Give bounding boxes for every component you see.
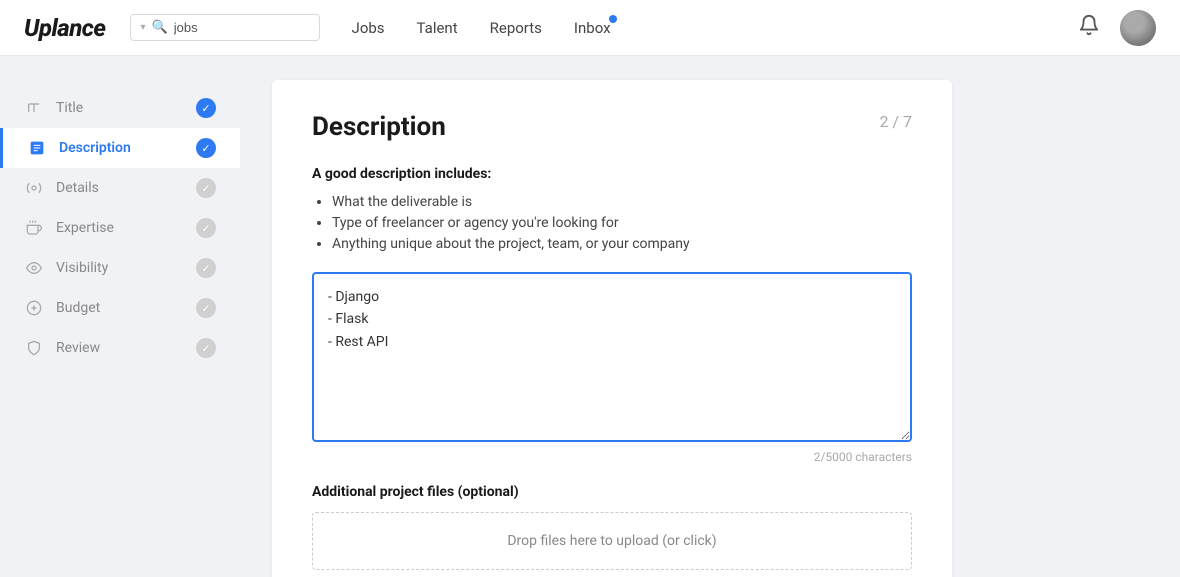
- sidebar-item-expertise[interactable]: Expertise ✓: [0, 208, 240, 248]
- logo: Uplance: [24, 14, 106, 42]
- dropzone-text: Drop files here to upload (or click): [507, 533, 716, 549]
- review-icon: [24, 338, 44, 358]
- hint-item-1: Type of freelancer or agency you're look…: [332, 215, 912, 231]
- hint-item-0: What the deliverable is: [332, 194, 912, 210]
- nav-reports[interactable]: Reports: [490, 19, 542, 37]
- details-icon: [24, 178, 44, 198]
- search-wrapper[interactable]: ▾ 🔍: [130, 14, 320, 41]
- search-input[interactable]: [174, 20, 294, 35]
- nav-talent[interactable]: Talent: [417, 19, 458, 37]
- hint-list: What the deliverable is Type of freelanc…: [312, 194, 912, 252]
- description-check-icon: ✓: [196, 138, 216, 158]
- description-textarea[interactable]: - Django - Flask - Rest API: [312, 272, 912, 442]
- sidebar-label-review: Review: [56, 340, 196, 356]
- sidebar-label-expertise: Expertise: [56, 220, 196, 236]
- title-icon: [24, 98, 44, 118]
- sidebar-item-details[interactable]: Details ✓: [0, 168, 240, 208]
- avatar[interactable]: [1120, 10, 1156, 46]
- nav-inbox[interactable]: Inbox: [574, 19, 611, 37]
- search-icon: 🔍: [152, 20, 168, 35]
- budget-icon: [24, 298, 44, 318]
- sidebar-label-description: Description: [59, 140, 196, 156]
- card-title: Description: [312, 112, 446, 142]
- expertise-check-icon: ✓: [196, 218, 216, 238]
- dropzone[interactable]: Drop files here to upload (or click): [312, 512, 912, 570]
- sidebar-item-visibility[interactable]: Visibility ✓: [0, 248, 240, 288]
- budget-check-icon: ✓: [196, 298, 216, 318]
- visibility-check-icon: ✓: [196, 258, 216, 278]
- header-right: [1078, 10, 1156, 46]
- description-hint: A good description includes:: [312, 166, 912, 182]
- sidebar: Title ✓ Description ✓ Details ✓ Expertis…: [0, 56, 240, 577]
- review-check-icon: ✓: [196, 338, 216, 358]
- avatar-image: [1120, 10, 1156, 46]
- sidebar-label-details: Details: [56, 180, 196, 196]
- content-card: Description 2 / 7 A good description inc…: [272, 80, 952, 577]
- inbox-notification-dot: [609, 15, 617, 23]
- sidebar-label-visibility: Visibility: [56, 260, 196, 276]
- additional-files-label: Additional project files (optional): [312, 484, 912, 500]
- hint-item-2: Anything unique about the project, team,…: [332, 236, 912, 252]
- nav-links: Jobs Talent Reports Inbox: [352, 18, 1078, 37]
- content-area: Description 2 / 7 A good description inc…: [240, 56, 1180, 577]
- notification-bell-icon[interactable]: [1078, 14, 1100, 41]
- char-count: 2/5000 characters: [312, 450, 912, 464]
- details-check-icon: ✓: [196, 178, 216, 198]
- sidebar-item-budget[interactable]: Budget ✓: [0, 288, 240, 328]
- search-chevron-icon: ▾: [141, 22, 146, 33]
- card-progress: 2 / 7: [879, 112, 912, 131]
- description-icon: [27, 138, 47, 158]
- main-layout: Title ✓ Description ✓ Details ✓ Expertis…: [0, 56, 1180, 577]
- sidebar-item-description[interactable]: Description ✓: [0, 128, 240, 168]
- card-header: Description 2 / 7: [312, 112, 912, 142]
- expertise-icon: [24, 218, 44, 238]
- sidebar-label-title: Title: [56, 100, 196, 116]
- sidebar-item-title[interactable]: Title ✓: [0, 88, 240, 128]
- nav-inbox-wrapper[interactable]: Inbox: [574, 18, 611, 37]
- sidebar-label-budget: Budget: [56, 300, 196, 316]
- header: Uplance ▾ 🔍 Jobs Talent Reports Inbox: [0, 0, 1180, 56]
- visibility-icon: [24, 258, 44, 278]
- nav-jobs[interactable]: Jobs: [352, 19, 385, 37]
- sidebar-item-review[interactable]: Review ✓: [0, 328, 240, 368]
- title-check-icon: ✓: [196, 98, 216, 118]
